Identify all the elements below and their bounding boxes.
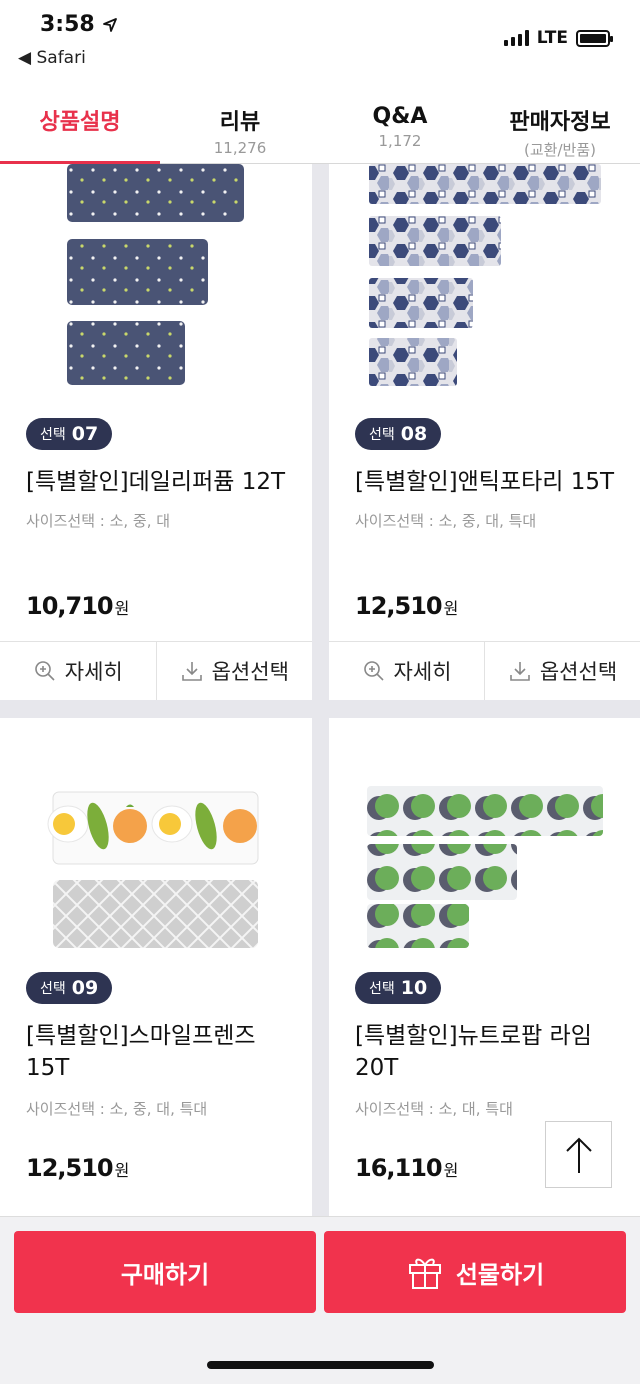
buy-button[interactable]: 구매하기: [14, 1231, 316, 1313]
product-grid: 선택 07 [특별할인]데일리퍼퓸 12T 사이즈선택 : 소, 중, 대 10…: [0, 164, 640, 1216]
location-arrow-icon: [103, 18, 118, 32]
egg-face-1: [47, 805, 89, 843]
orange-2: [223, 809, 257, 843]
tab-label: 리뷰: [219, 110, 261, 135]
battery-icon: [576, 29, 613, 47]
product-name[interactable]: [특별할인]스마일프렌즈 15T: [26, 1020, 298, 1084]
magnifier-plus-icon: [34, 661, 55, 681]
price-value: 12,510: [26, 1154, 114, 1182]
tab-label: 판매자정보: [509, 110, 611, 135]
badge-prefix: 선택: [369, 981, 395, 997]
status-bar: 3:58 ◀ Safari LTE: [0, 0, 640, 76]
badge-prefix: 선택: [40, 981, 66, 997]
gift-button[interactable]: 선물하기: [324, 1231, 626, 1313]
download-icon: [510, 662, 530, 681]
price-unit: 원: [114, 599, 130, 618]
tab-count: 11,276: [213, 139, 267, 157]
badge-prefix: 선택: [369, 427, 395, 443]
tab-seller-info[interactable]: 판매자정보 (교환/반품): [480, 76, 640, 163]
product-price: 16,110 원: [355, 1154, 458, 1182]
network-label: LTE: [536, 28, 568, 48]
option-label: 옵션선택: [211, 660, 289, 684]
option-label: 옵션선택: [539, 660, 618, 684]
badge-number: 10: [400, 977, 428, 999]
card-actions: 자세히 옵션선택: [329, 641, 640, 700]
product-image[interactable]: [0, 718, 312, 948]
bottom-action-bar: 구매하기 선물하기: [0, 1216, 640, 1384]
tab-reviews[interactable]: 리뷰 11,276: [160, 76, 320, 163]
product-card[interactable]: 선택 09 [특별할인]스마일프렌즈 15T 사이즈선택 : 소, 중, 대, …: [0, 718, 312, 1216]
product-name[interactable]: [특별할인]데일리퍼퓸 12T: [26, 466, 298, 498]
magnifier-plus-icon: [363, 661, 384, 681]
product-price: 10,710 원: [26, 592, 129, 620]
product-price: 12,510 원: [26, 1154, 129, 1182]
status-right: LTE: [503, 28, 613, 48]
option-badge: 선택 08: [355, 418, 442, 450]
option-select-button[interactable]: 옵션선택: [155, 642, 313, 700]
size-options: 사이즈선택 : 소, 중, 대, 특대: [26, 1100, 208, 1118]
price-value: 16,110: [355, 1154, 443, 1182]
badge-number: 07: [71, 423, 99, 445]
option-badge: 선택 07: [26, 418, 113, 450]
product-image[interactable]: [0, 164, 312, 394]
gift-icon: [408, 1258, 441, 1289]
egg-face-2: [151, 805, 193, 843]
tab-label: Q&A: [372, 104, 428, 129]
buy-label: 구매하기: [120, 1260, 210, 1289]
price-unit: 원: [443, 1161, 459, 1180]
option-badge: 선택 09: [26, 972, 113, 1004]
scroll-top-button[interactable]: [545, 1121, 612, 1188]
size-options: 사이즈선택 : 소, 대, 특대: [355, 1100, 513, 1118]
detail-label: 자세히: [393, 660, 452, 684]
tab-label: 상품설명: [39, 110, 121, 135]
price-unit: 원: [443, 599, 459, 618]
back-label: Safari: [36, 48, 86, 68]
card-actions: 자세히 옵션선택: [0, 641, 312, 700]
badge-number: 09: [71, 977, 99, 999]
tab-bar: 상품설명 리뷰 11,276 Q&A 1,172 판매자정보 (교환/반품): [0, 76, 640, 164]
size-options: 사이즈선택 : 소, 중, 대: [26, 512, 171, 530]
product-card[interactable]: 선택 07 [특별할인]데일리퍼퓸 12T 사이즈선택 : 소, 중, 대 10…: [0, 164, 312, 700]
clock: 3:58: [40, 12, 118, 37]
back-to-safari[interactable]: ◀ Safari: [18, 48, 86, 68]
home-indicator: [207, 1361, 434, 1369]
price-value: 10,710: [26, 592, 114, 620]
detail-label: 자세히: [64, 660, 123, 684]
detail-button[interactable]: 자세히: [0, 642, 156, 700]
price-value: 12,510: [355, 592, 443, 620]
arrow-up-icon: [565, 1137, 592, 1173]
badge-prefix: 선택: [40, 427, 66, 443]
signal-icon: [503, 30, 529, 46]
price-unit: 원: [114, 1161, 130, 1180]
gift-label: 선물하기: [455, 1260, 545, 1289]
option-badge: 선택 10: [355, 972, 442, 1004]
product-image[interactable]: [329, 164, 640, 394]
product-card[interactable]: 선택 08 [특별할인]앤틱포타리 15T 사이즈선택 : 소, 중, 대, 특…: [329, 164, 640, 700]
tab-description[interactable]: 상품설명: [0, 76, 160, 164]
product-name[interactable]: [특별할인]뉴트로팝 라임 20T: [355, 1020, 627, 1084]
tab-sub-label: (교환/반품): [524, 141, 596, 159]
option-select-button[interactable]: 옵션선택: [484, 642, 640, 700]
product-name[interactable]: [특별할인]앤틱포타리 15T: [355, 466, 627, 498]
download-icon: [181, 662, 202, 681]
clock-text: 3:58: [40, 12, 95, 37]
badge-number: 08: [400, 423, 428, 445]
tab-qna[interactable]: Q&A 1,172: [320, 76, 480, 163]
product-price: 12,510 원: [355, 592, 458, 620]
detail-button[interactable]: 자세히: [329, 642, 484, 700]
size-options: 사이즈선택 : 소, 중, 대, 특대: [355, 512, 537, 530]
product-image[interactable]: [329, 718, 640, 948]
tab-count: 1,172: [378, 132, 422, 150]
